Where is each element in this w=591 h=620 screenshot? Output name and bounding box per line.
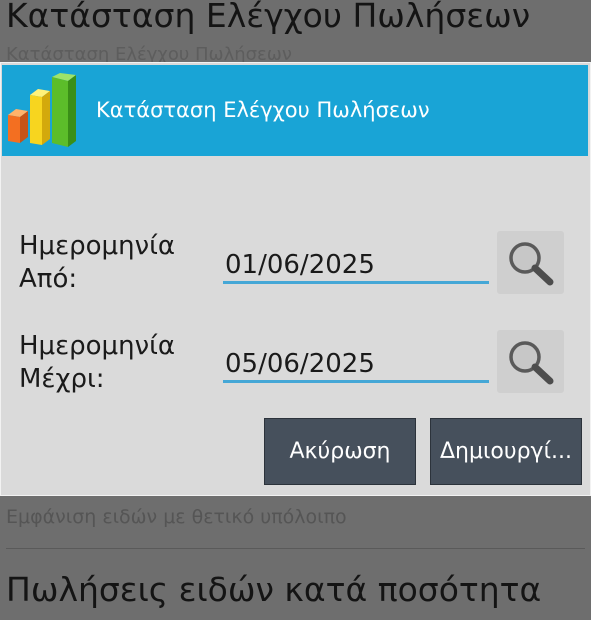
screen-title: Κατάσταση Ελέγχου Πωλήσεων bbox=[6, 0, 531, 35]
to-date-field[interactable] bbox=[223, 347, 489, 383]
from-date-search-button[interactable] bbox=[497, 231, 564, 294]
magnifier-icon bbox=[508, 340, 553, 384]
create-button[interactable]: Δημιουργί... bbox=[430, 418, 582, 485]
dialog-header: Κατάσταση Ελέγχου Πωλήσεων bbox=[2, 65, 588, 156]
bar-chart-icon bbox=[8, 73, 76, 147]
report-dialog: Κατάσταση Ελέγχου Πωλήσεων Ημερομηνία Απ… bbox=[0, 62, 591, 496]
list-divider bbox=[6, 548, 585, 549]
to-date-search-button[interactable] bbox=[497, 330, 564, 393]
from-date-label: Ημερομηνία Από: bbox=[19, 231, 176, 294]
magnifier-icon bbox=[508, 241, 553, 285]
to-date-label: Ημερομηνία Μέχρι: bbox=[19, 331, 176, 394]
from-date-field[interactable] bbox=[223, 248, 489, 284]
cancel-button[interactable]: Ακύρωση bbox=[264, 418, 416, 485]
dialog-title: Κατάσταση Ελέγχου Πωλήσεων bbox=[96, 98, 430, 122]
list-item-subtitle: Εμφάνιση ειδών με θετικό υπόλοιπο bbox=[6, 506, 347, 528]
list-item-title: Πωλήσεις ειδών κατά ποσότητα bbox=[6, 570, 542, 609]
